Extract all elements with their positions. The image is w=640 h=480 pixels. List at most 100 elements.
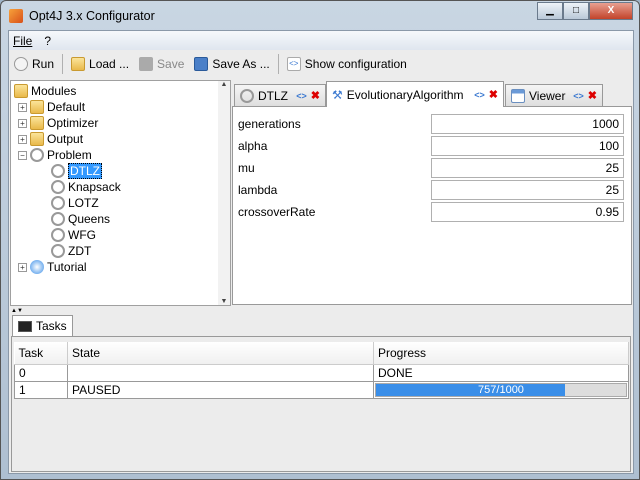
tab-tasks[interactable]: Tasks [12, 315, 73, 336]
tree-item-label: LOTZ [68, 196, 99, 210]
param-row-crossoverrate: crossoverRate 0.95 [238, 202, 628, 222]
collapse-icon[interactable]: − [18, 150, 27, 160]
progress-bar: 757/1000 [375, 382, 627, 397]
menu-file[interactable]: File [13, 34, 32, 48]
tree-item-output[interactable]: + Output [18, 131, 83, 147]
expand-icon[interactable]: + [18, 134, 27, 144]
tasks-panel: Task State Progress 0 DONE 1 PAUSED 757/1000 [11, 336, 631, 472]
play-icon [14, 57, 28, 71]
window-title: Opt4J 3.x Configurator [29, 9, 155, 23]
menu-help[interactable]: ? [44, 34, 51, 48]
toolbar-divider [277, 54, 279, 74]
gear-icon [240, 88, 254, 103]
tree-item-dtlz[interactable]: DTLZ [51, 163, 102, 179]
param-row-generations: generations 1000 [238, 114, 628, 134]
column-header-progress[interactable]: Progress [373, 342, 629, 365]
tree-item-queens[interactable]: Queens [51, 211, 110, 227]
param-input[interactable]: 0.95 [431, 202, 624, 222]
save-as-button[interactable]: Save As ... [192, 57, 271, 71]
tree-item-knapsack[interactable]: Knapsack [51, 179, 121, 195]
save-button[interactable]: Save [137, 57, 186, 71]
param-input[interactable]: 100 [431, 136, 624, 156]
param-label: generations [238, 117, 301, 131]
tree-item-zdt[interactable]: ZDT [51, 243, 91, 259]
tree-item-default[interactable]: + Default [18, 99, 85, 115]
param-label: mu [238, 161, 255, 175]
minimize-button[interactable]: ▁ [537, 2, 563, 20]
tree-item-label: WFG [68, 228, 96, 242]
folder-icon [30, 100, 44, 114]
tree-item-tutorial[interactable]: + Tutorial [18, 259, 87, 275]
task-state: PAUSED [67, 380, 374, 399]
param-input[interactable]: 25 [431, 158, 624, 178]
expand-icon[interactable]: + [18, 262, 27, 272]
folder-icon [71, 57, 86, 71]
tab-evolutionary-algorithm[interactable]: ⚒ EvolutionaryAlgorithm <> ✖ [326, 81, 504, 107]
column-header-state[interactable]: State [67, 342, 374, 365]
tree-item-label: Knapsack [68, 180, 121, 194]
window-icon [511, 88, 525, 103]
close-button[interactable]: X [589, 2, 633, 20]
tree-item-optimizer[interactable]: + Optimizer [18, 115, 98, 131]
param-row-alpha: alpha 100 [238, 136, 628, 156]
tree-item-lotz[interactable]: LOTZ [51, 195, 99, 211]
parameter-panel: generations 1000 alpha 100 mu 25 lambda 25 c… [232, 106, 632, 305]
expand-icon[interactable]: + [18, 118, 27, 128]
close-tab-icon[interactable]: ✖ [588, 89, 597, 102]
code-icon[interactable]: <> [474, 90, 485, 100]
title-bar: Opt4J 3.x Configurator [9, 7, 155, 25]
gear-icon [51, 244, 65, 258]
close-tab-icon[interactable]: ✖ [489, 88, 498, 101]
splitter[interactable]: ▲▼ [9, 308, 633, 314]
run-button[interactable]: Run [12, 57, 56, 71]
param-row-mu: mu 25 [238, 158, 628, 178]
folder-icon [14, 84, 28, 98]
gear-icon [51, 212, 65, 226]
tree-item-label: Output [47, 132, 84, 146]
module-tree: Modules + Default + Optimizer + Output − Proble… [10, 80, 231, 306]
param-label: alpha [238, 139, 268, 153]
param-label: crossoverRate [238, 205, 316, 219]
tree-item-problem[interactable]: − Problem [18, 147, 92, 163]
tree-item-label: Problem [47, 148, 92, 162]
column-header-task[interactable]: Task [14, 342, 68, 365]
maximize-button[interactable]: □ [563, 2, 589, 20]
gear-icon [51, 180, 65, 194]
code-icon: <> [286, 57, 301, 71]
globe-icon [30, 260, 44, 274]
param-input[interactable]: 1000 [431, 114, 624, 134]
tree-item-label: Tutorial [47, 260, 87, 274]
tree-item-label: Optimizer [47, 116, 99, 130]
tab-bar: DTLZ <> ✖ ⚒ EvolutionaryAlgorithm <> ✖ Viewer… [232, 80, 634, 107]
tree-item-wfg[interactable]: WFG [51, 227, 96, 243]
progress-label: 757/1000 [478, 383, 524, 396]
show-configuration-button[interactable]: <> Show configuration [285, 57, 409, 71]
app-window: Opt4J 3.x Configurator ▁ □ X File ? Run … [0, 0, 640, 480]
tab-dtlz[interactable]: DTLZ <> ✖ [234, 84, 326, 106]
menu-bar: File ? [9, 31, 633, 50]
tree-root[interactable]: Modules [14, 83, 76, 99]
task-id: 1 [14, 380, 68, 399]
code-icon[interactable]: <> [573, 91, 584, 101]
toolbar: Run Load ... Save Save As ... <> Show con… [9, 52, 633, 76]
tab-viewer[interactable]: Viewer <> ✖ [505, 84, 603, 106]
param-input[interactable]: 25 [431, 180, 624, 200]
task-state [67, 363, 374, 382]
load-button[interactable]: Load ... [69, 57, 131, 71]
tree-item-label: ZDT [68, 244, 92, 258]
task-id: 0 [14, 363, 68, 382]
folder-icon [30, 116, 44, 130]
disk-icon [194, 57, 209, 71]
app-icon [9, 9, 23, 23]
tree-item-label: Default [47, 100, 86, 114]
code-icon[interactable]: <> [296, 91, 307, 101]
tree-scrollbar[interactable]: ▲ ▼ [218, 81, 230, 305]
expand-icon[interactable]: + [18, 102, 27, 112]
terminal-icon [18, 320, 32, 332]
close-tab-icon[interactable]: ✖ [311, 89, 320, 102]
table-row[interactable]: 1 PAUSED 757/1000 [14, 380, 629, 399]
gear-icon [51, 196, 65, 210]
toolbar-divider [62, 54, 64, 74]
gear-icon [51, 164, 65, 178]
table-row[interactable]: 0 DONE [14, 363, 629, 382]
